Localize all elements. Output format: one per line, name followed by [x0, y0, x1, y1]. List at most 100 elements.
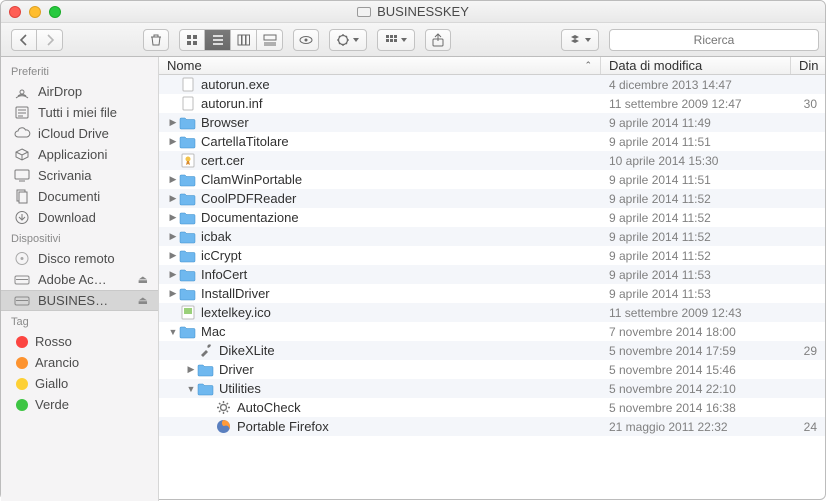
- file-date: 9 aprile 2014 11:52: [601, 230, 791, 244]
- disclosure-triangle-icon[interactable]: ▶: [185, 364, 197, 375]
- file-date: 9 aprile 2014 11:51: [601, 135, 791, 149]
- disclosure-triangle-icon[interactable]: ▶: [167, 231, 179, 242]
- desktop-icon: [13, 168, 31, 183]
- view-columns-button[interactable]: [231, 29, 257, 51]
- file-row[interactable]: autorun.inf11 settembre 2009 12:4730: [159, 94, 825, 113]
- file-row[interactable]: ▶Browser9 aprile 2014 11:49: [159, 113, 825, 132]
- disclosure-triangle-icon[interactable]: ▶: [167, 212, 179, 223]
- file-name: icbak: [201, 229, 231, 244]
- file-row[interactable]: DikeXLite5 novembre 2014 17:5929: [159, 341, 825, 360]
- file-row[interactable]: ▶InfoCert9 aprile 2014 11:53: [159, 265, 825, 284]
- file-date: 9 aprile 2014 11:52: [601, 192, 791, 206]
- disclosure-triangle-icon[interactable]: ▼: [185, 384, 197, 394]
- sidebar-heading: Dispositivi: [1, 228, 158, 248]
- file-row[interactable]: ▶CoolPDFReader9 aprile 2014 11:52: [159, 189, 825, 208]
- sidebar-item-label: Applicazioni: [38, 147, 107, 162]
- file-date: 9 aprile 2014 11:53: [601, 287, 791, 301]
- view-coverflow-button[interactable]: [257, 29, 283, 51]
- zoom-window-button[interactable]: [49, 6, 61, 18]
- action-menu-button[interactable]: [329, 29, 367, 51]
- file-row[interactable]: lextelkey.ico11 settembre 2009 12:43: [159, 303, 825, 322]
- file-name: icCrypt: [201, 248, 241, 263]
- sidebar-item[interactable]: Rosso: [1, 331, 158, 352]
- folder-icon: [179, 173, 196, 187]
- file-row[interactable]: ▶Documentazione9 aprile 2014 11:52: [159, 208, 825, 227]
- quicklook-button[interactable]: [293, 29, 319, 51]
- sidebar-item[interactable]: Scrivania: [1, 165, 158, 186]
- back-button[interactable]: [11, 29, 37, 51]
- disclosure-triangle-icon[interactable]: ▶: [167, 250, 179, 261]
- sidebar-item-label: Adobe Ac…: [38, 272, 107, 287]
- sidebar: PreferitiAirDropTutti i miei file iCloud …: [1, 57, 159, 501]
- file-date: 11 settembre 2009 12:43: [601, 306, 791, 320]
- file-date: 5 novembre 2014 15:46: [601, 363, 791, 377]
- disclosure-triangle-icon[interactable]: ▶: [167, 193, 179, 204]
- eject-icon[interactable]: ⏏: [138, 273, 148, 286]
- file-row[interactable]: ▶ InstallDriver 9 aprile 2014 11:53: [159, 284, 825, 303]
- sidebar-heading: Preferiti: [1, 61, 158, 81]
- column-header-size[interactable]: Din: [791, 57, 825, 74]
- forward-button[interactable]: [37, 29, 63, 51]
- file-row[interactable]: ▶ icbak 9 aprile 2014 11:52: [159, 227, 825, 246]
- sidebar-item[interactable]: Tutti i miei file: [1, 102, 158, 123]
- sidebar-item[interactable]: Verde: [1, 394, 158, 415]
- file-row[interactable]: AutoCheck5 novembre 2014 16:38: [159, 398, 825, 417]
- share-button[interactable]: [425, 29, 451, 51]
- file-list[interactable]: autorun.exe4 dicembre 2013 14:47autorun.…: [159, 75, 825, 501]
- view-list-button[interactable]: [205, 29, 231, 51]
- trash-button[interactable]: [143, 29, 169, 51]
- tag-dot-icon: [16, 378, 28, 390]
- disclosure-triangle-icon[interactable]: ▼: [167, 327, 179, 337]
- eject-icon[interactable]: ⏏: [138, 294, 148, 307]
- docs-icon: [13, 189, 31, 204]
- column-header-name[interactable]: Nome ⌃: [159, 57, 601, 74]
- file-row[interactable]: ▶ClamWinPortable9 aprile 2014 11:51: [159, 170, 825, 189]
- sidebar-item-label: Download: [38, 210, 96, 225]
- file-date: 21 maggio 2011 22:32: [601, 420, 791, 434]
- file-icon: [179, 306, 196, 320]
- sidebar-item[interactable]: iCloud Drive: [1, 123, 158, 144]
- sidebar-item[interactable]: Adobe Ac… ⏏: [1, 269, 158, 290]
- sidebar-item[interactable]: Disco remoto: [1, 248, 158, 269]
- airdrop-icon: [13, 84, 31, 99]
- file-row[interactable]: ▼ Utilities 5 novembre 2014 22:10: [159, 379, 825, 398]
- disclosure-triangle-icon[interactable]: ▶: [167, 117, 179, 128]
- sidebar-item[interactable]: Giallo: [1, 373, 158, 394]
- file-name: Utilities: [219, 381, 261, 396]
- file-row[interactable]: cert.cer10 aprile 2014 15:30: [159, 151, 825, 170]
- minimize-window-button[interactable]: [29, 6, 41, 18]
- search-input[interactable]: [609, 29, 819, 51]
- sidebar-item-label: iCloud Drive: [38, 126, 109, 141]
- file-row[interactable]: ▶icCrypt9 aprile 2014 11:52: [159, 246, 825, 265]
- sidebar-item[interactable]: BUSINES…⏏: [1, 290, 158, 311]
- file-row[interactable]: ▶Driver5 novembre 2014 15:46: [159, 360, 825, 379]
- file-row[interactable]: ▶CartellaTitolare9 aprile 2014 11:51: [159, 132, 825, 151]
- arrange-menu-button[interactable]: [377, 29, 415, 51]
- sidebar-item[interactable]: Arancio: [1, 352, 158, 373]
- sidebar-item[interactable]: Download: [1, 207, 158, 228]
- sidebar-item[interactable]: AirDrop: [1, 81, 158, 102]
- file-row[interactable]: Portable Firefox21 maggio 2011 22:3224: [159, 417, 825, 436]
- view-icons-button[interactable]: [179, 29, 205, 51]
- column-header-date[interactable]: Data di modifica: [601, 57, 791, 74]
- sidebar-item-label: Verde: [35, 397, 69, 412]
- file-row[interactable]: ▼Mac7 novembre 2014 18:00: [159, 322, 825, 341]
- file-date: 9 aprile 2014 11:51: [601, 173, 791, 187]
- sidebar-item[interactable]: Documenti: [1, 186, 158, 207]
- file-date: 5 novembre 2014 16:38: [601, 401, 791, 415]
- file-name: Portable Firefox: [237, 419, 329, 434]
- folder-icon: [179, 211, 196, 225]
- close-window-button[interactable]: [9, 6, 21, 18]
- disclosure-triangle-icon[interactable]: ▶: [167, 136, 179, 147]
- disclosure-triangle-icon[interactable]: ▶: [167, 269, 179, 280]
- file-row[interactable]: autorun.exe4 dicembre 2013 14:47: [159, 75, 825, 94]
- dropbox-menu-button[interactable]: [561, 29, 599, 51]
- file-name: InstallDriver: [201, 286, 270, 301]
- file-date: 5 novembre 2014 22:10: [601, 382, 791, 396]
- file-icon: [215, 401, 232, 415]
- disclosure-triangle-icon[interactable]: ▶: [167, 174, 179, 185]
- sidebar-item[interactable]: Applicazioni: [1, 144, 158, 165]
- disclosure-triangle-icon[interactable]: ▶: [167, 288, 179, 299]
- folder-icon: [179, 325, 196, 339]
- folder-icon: [179, 192, 196, 206]
